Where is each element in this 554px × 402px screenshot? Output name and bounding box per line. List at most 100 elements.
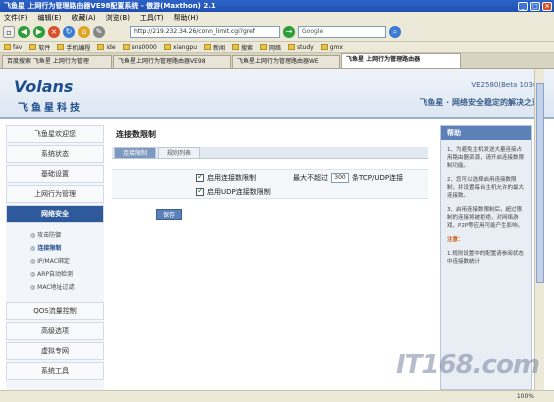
vertical-scrollbar[interactable] (534, 69, 544, 390)
help-text: 3、启用连接数限制后，超过限制的连接将被拒绝，对网络游戏、P2P等应用可能产生影… (447, 207, 524, 229)
help-note: 1.规则设置中的配置请参阅状态中连接数统计 (447, 251, 524, 265)
sidebar-item-security[interactable]: 网络安全 (6, 205, 104, 223)
logo-subtitle: 飞鱼星科技 (18, 103, 83, 114)
close-button[interactable]: × (542, 1, 552, 11)
fav-item[interactable]: xiangpu (163, 44, 197, 51)
folder-icon (57, 44, 65, 50)
folder-icon (4, 44, 11, 50)
fav-item[interactable]: 软件 (29, 43, 50, 52)
sidebar-sub-conn-limit[interactable]: ◎ 连接限制 (6, 242, 104, 255)
menu-edit[interactable]: 编辑(E) (38, 13, 62, 23)
zoom-level[interactable]: 100% (517, 393, 534, 400)
enable-limit-checkbox[interactable] (196, 172, 204, 182)
browser-tab[interactable]: 百度搜索 飞鱼星 上网行为管理 (2, 55, 112, 68)
address-bar[interactable]: http://219.232.34.26/conn_limit.cgi?gref (130, 26, 280, 38)
fav-item[interactable]: 新闻 (204, 43, 225, 52)
udp-limit-label: 启用UDP连接数限制 (207, 188, 271, 196)
favorites-bar: fav 软件 手机编程 ide sns0000 xiangpu 新闻 搜索 网络… (0, 42, 554, 53)
search-input[interactable]: Google (298, 26, 386, 38)
folder-icon (163, 44, 171, 50)
tab-conn-limit[interactable]: 连接限制 (114, 147, 157, 158)
sidebar-item-tools[interactable]: 系统工具 (6, 362, 104, 380)
folder-icon (122, 44, 130, 50)
save-button[interactable]: 保存 (156, 209, 182, 220)
folder-icon (288, 44, 296, 50)
sidebar-sub-arp-detect[interactable]: ◎ ARP自动检测 (6, 268, 104, 281)
menu-tools[interactable]: 工具(T) (140, 13, 164, 23)
max-label: 最大不超过 (293, 174, 328, 182)
menu-browse[interactable]: 浏览(B) (106, 13, 130, 23)
browser-tabs: 百度搜索 飞鱼星 上网行为管理 飞鱼星上网行为管理路由器VE98 飞鱼星上网行为… (0, 53, 554, 69)
tab-rule-list[interactable]: 规则列表 (158, 147, 201, 158)
sub-tabs: 连接限制 规则列表 (112, 147, 428, 159)
browser-tab[interactable]: 飞鱼星上网行为管理路由器WE (232, 55, 340, 68)
menu-file[interactable]: 文件(F) (4, 13, 28, 23)
new-tab-icon[interactable]: ▫ (3, 26, 15, 38)
folder-icon (232, 44, 240, 50)
fav-item[interactable]: ide (97, 44, 116, 51)
watermark-logo: IT168.com (396, 350, 540, 380)
enable-limit-row: 启用连接数限制 最大不超过 300 条TCP/UDP连接 (196, 172, 404, 183)
sidebar-item-welcome[interactable]: 飞鱼星欢迎您 (6, 125, 104, 143)
go-icon[interactable]: → (283, 26, 295, 38)
back-icon[interactable]: ◀ (18, 26, 30, 38)
logo: Volans (14, 77, 74, 96)
sidebar-item-qos[interactable]: QOS流量控制 (6, 302, 104, 320)
browser-toolbar: ▫ ◀ ▶ × ↻ ⌂ ✎ http://219.232.34.26/conn_… (0, 23, 554, 42)
fav-item[interactable]: fav (4, 44, 22, 51)
folder-icon (204, 44, 211, 50)
stop-icon[interactable]: × (48, 26, 60, 38)
max-connections-input[interactable]: 300 (331, 173, 349, 183)
help-text: 1、为避免主机发送大量连接占用路由器资源，请开启连接数限制功能。 (447, 147, 525, 169)
folder-icon (29, 44, 37, 50)
menu-favorites[interactable]: 收藏(A) (71, 13, 95, 23)
search-icon[interactable]: ⌕ (389, 26, 401, 38)
sidebar-item-status[interactable]: 系统状态 (6, 145, 104, 163)
minimize-button[interactable]: _ (518, 1, 528, 11)
help-note-title: 注意： (447, 237, 464, 243)
main-content: 连接数限制 连接限制 规则列表 启用连接数限制 最大不超过 300 条TCP/U… (108, 125, 434, 390)
sidebar-item-behavior[interactable]: 上网行为管理 (6, 185, 104, 203)
settings-form: 启用连接数限制 最大不超过 300 条TCP/UDP连接 启用UDP连接数限制 (112, 169, 428, 199)
fav-item[interactable]: 网络 (260, 43, 281, 52)
help-title: 帮助 (441, 126, 531, 140)
sidebar-sub-mac-filter[interactable]: ◎ MAC地址过滤 (6, 281, 104, 294)
folder-icon (320, 44, 328, 50)
status-bar: 100% (0, 390, 554, 402)
sidebar-sub-ipmac-bind[interactable]: ◎ IP/MAC绑定 (6, 255, 104, 268)
menu-bar: 文件(F) 编辑(E) 收藏(A) 浏览(B) 工具(T) 帮助(H) (0, 12, 554, 23)
fav-item[interactable]: sns0000 (122, 44, 157, 51)
scrollbar-thumb[interactable] (536, 83, 544, 283)
sidebar: 飞鱼星欢迎您 系统状态 基础设置 上网行为管理 网络安全 ◎ 攻击防御 ◎ 连接… (6, 125, 104, 390)
udp-limit-checkbox[interactable] (196, 186, 204, 196)
udp-limit-row: 启用UDP连接数限制 (196, 186, 271, 197)
maximize-button[interactable]: □ (530, 1, 540, 11)
browser-tab[interactable]: 飞鱼星上网行为管理路由器VE98 (113, 55, 231, 68)
forward-icon[interactable]: ▶ (33, 26, 45, 38)
app-header: Volans 飞鱼星科技 VE2580(Beta 1036) 飞鱼星 · 网络安… (0, 69, 554, 119)
sidebar-sub-attack-defense[interactable]: ◎ 攻击防御 (6, 229, 104, 242)
folder-icon (97, 44, 105, 50)
sidebar-item-basic[interactable]: 基础设置 (6, 165, 104, 183)
home-icon[interactable]: ⌂ (78, 26, 90, 38)
firmware-version: VE2580(Beta 1036) (471, 81, 540, 89)
browser-tab-active[interactable]: 飞鱼星 上网行为管理路由器 (341, 53, 461, 68)
page-title: 连接数限制 (116, 130, 156, 139)
settings-icon[interactable]: ✎ (93, 26, 105, 38)
help-text: 2、您可以选择启用连接数限制，并设置每台主机允许的最大连接数。 (447, 177, 525, 199)
fav-item[interactable]: 搜索 (232, 43, 253, 52)
folder-icon (260, 44, 268, 50)
sidebar-item-vpn[interactable]: 虚拟专网 (6, 342, 104, 360)
slogan: 飞鱼星 · 网络安全稳定的解决之道 (419, 98, 540, 107)
menu-help[interactable]: 帮助(H) (174, 13, 199, 23)
sidebar-item-advanced[interactable]: 高级选项 (6, 322, 104, 340)
window-titlebar: 飞鱼星 上网行为管理路由器VE98配置系统 - 傲游(Maxthon) 2.1 … (0, 0, 554, 12)
fav-item[interactable]: gmx (320, 44, 343, 51)
max-unit-label: 条TCP/UDP连接 (352, 174, 404, 182)
fav-item[interactable]: 手机编程 (57, 43, 90, 52)
window-title: 飞鱼星 上网行为管理路由器VE98配置系统 - 傲游(Maxthon) 2.1 (4, 2, 216, 10)
refresh-icon[interactable]: ↻ (63, 26, 75, 38)
help-body: 1、为避免主机发送大量连接占用路由器资源，请开启连接数限制功能。 2、您可以选择… (441, 140, 531, 278)
fav-item[interactable]: study (288, 44, 314, 51)
enable-limit-label: 启用连接数限制 (207, 174, 256, 182)
